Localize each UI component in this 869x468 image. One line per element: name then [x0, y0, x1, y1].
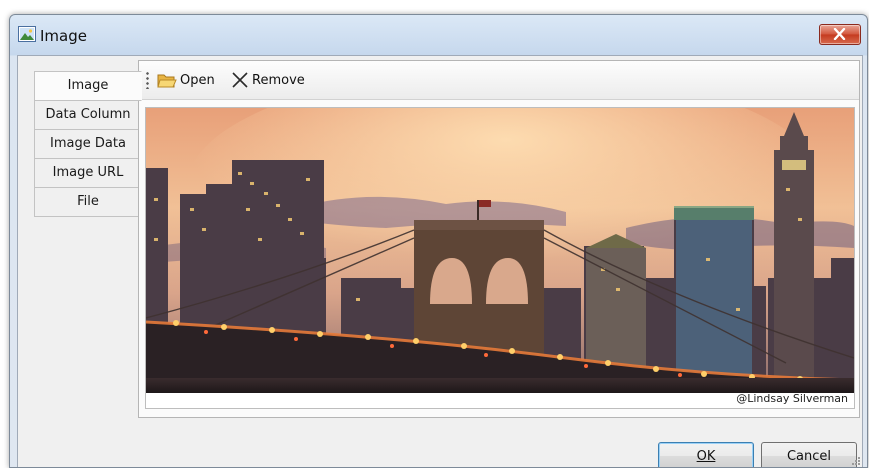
open-label: Open [180, 72, 215, 88]
cancel-label: Cancel [786, 448, 832, 464]
tab-image-url[interactable]: Image URL [34, 159, 142, 188]
cancel-button[interactable]: Cancel [761, 442, 857, 467]
city-skyline-photo [146, 108, 854, 393]
open-folder-icon [157, 74, 177, 87]
remove-label: Remove [252, 72, 305, 88]
dialog-body: Image Data Column Image Data Image URL F… [17, 55, 863, 467]
tab-image[interactable]: Image [34, 71, 142, 101]
image-preview: @Lindsay Silverman [145, 107, 855, 409]
tab-strip: Image Data Column Image Data Image URL F… [34, 71, 142, 217]
tab-image-data[interactable]: Image Data [34, 130, 142, 159]
tab-data-column[interactable]: Data Column [34, 101, 142, 130]
remove-button[interactable]: Remove [231, 69, 305, 91]
image-app-icon [18, 26, 36, 42]
image-dialog: Image Image Data Column Image Data Image… [9, 14, 868, 468]
title-bar[interactable]: Image [10, 15, 867, 55]
image-toolbar: Open Remove [139, 61, 859, 100]
photo-credit: @Lindsay Silverman [736, 392, 848, 405]
image-tab-panel: Open Remove @Lindsay Silverman [138, 60, 860, 418]
close-icon [833, 28, 846, 40]
tab-file[interactable]: File [34, 188, 142, 217]
ok-button[interactable]: OK [658, 442, 754, 467]
resize-grip-icon[interactable] [850, 455, 860, 465]
toolbar-grip[interactable] [146, 71, 149, 89]
open-button[interactable]: Open [157, 69, 215, 91]
remove-x-icon [232, 72, 248, 88]
close-button[interactable] [819, 24, 861, 45]
window-title: Image [40, 27, 87, 45]
ok-label: OK [696, 448, 716, 464]
